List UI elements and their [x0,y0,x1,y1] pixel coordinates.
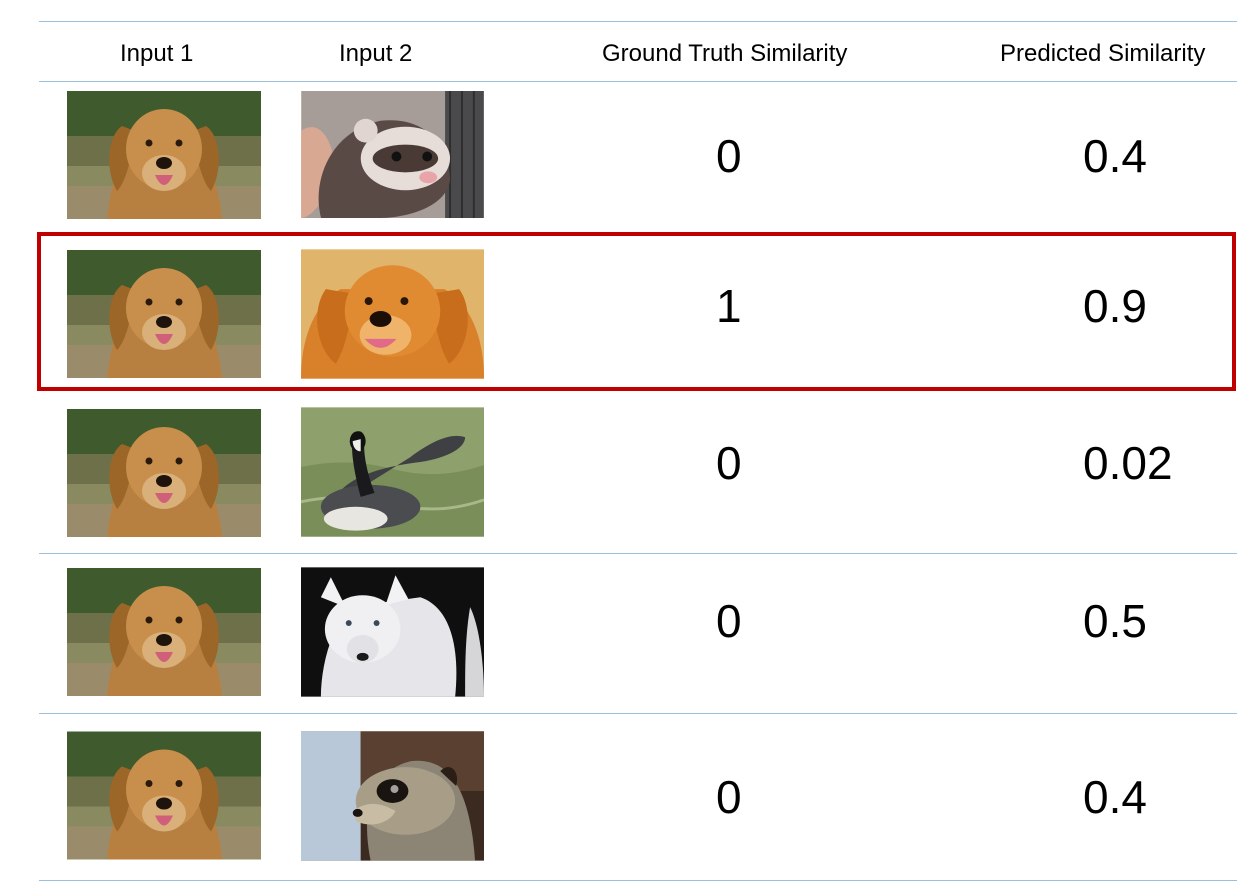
input-1-dog-image [67,409,261,537]
predicted-value: 0.02 [1083,437,1173,489]
input-2-golden-retriever-image [301,249,484,379]
input-2-meerkat-image [301,731,484,861]
predicted-value: 0.9 [1083,280,1147,332]
input-2-goose-image [301,407,484,537]
predicted-value: 0.4 [1083,130,1147,182]
input-1-dog-image [67,250,261,378]
ground-truth-value: 0 [716,595,742,647]
ground-truth-value: 0 [716,130,742,182]
ground-truth-value: 1 [716,280,742,332]
ground-truth-value: 0 [716,771,742,823]
predicted-value: 0.4 [1083,771,1147,823]
table-top-rule [39,21,1237,22]
predicted-value: 0.5 [1083,595,1147,647]
header-input-2: Input 2 [339,40,413,67]
row-divider [39,713,1237,714]
header-ground-truth-similarity: Ground Truth Similarity [602,40,848,67]
input-1-dog-image [67,91,261,219]
row-divider [39,553,1237,554]
input-1-dog-image [67,568,261,696]
header-predicted-similarity: Predicted Similarity [1000,40,1206,67]
ground-truth-value: 0 [716,437,742,489]
input-2-white-wolf-image [301,567,484,697]
input-2-ferret-image [301,91,484,218]
input-1-dog-image [67,731,261,860]
header-input-1: Input 1 [120,40,194,67]
header-rule [39,81,1237,82]
table-bottom-rule [39,880,1237,881]
